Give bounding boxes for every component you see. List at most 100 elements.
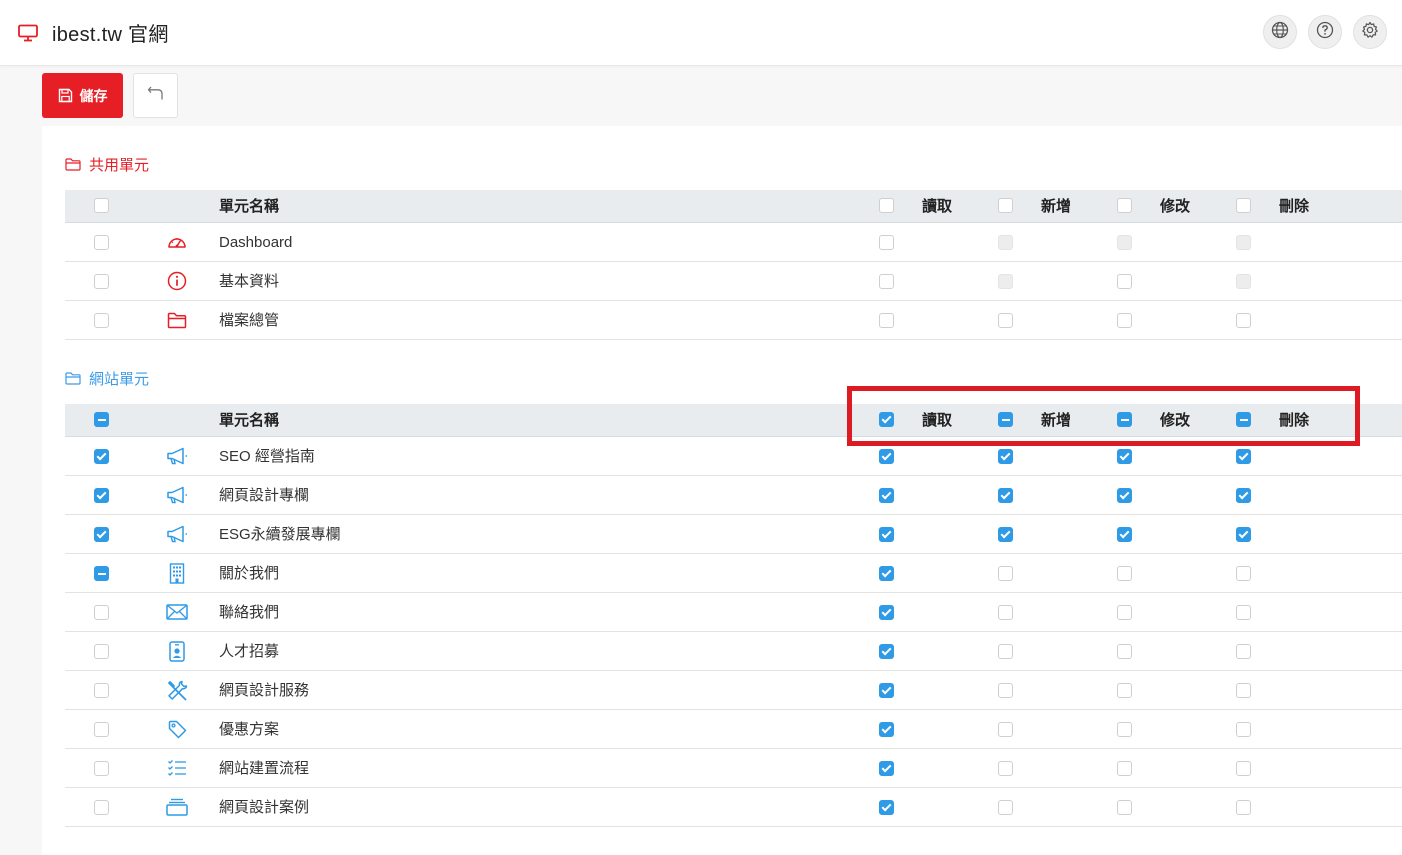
edit-checkbox[interactable] — [1117, 488, 1132, 503]
row-select-checkbox[interactable] — [94, 722, 109, 737]
save-button[interactable]: 儲存 — [42, 73, 123, 118]
row-select-checkbox[interactable] — [94, 274, 109, 289]
list-check-icon — [166, 757, 188, 779]
delete-checkbox[interactable] — [1236, 722, 1251, 737]
add-checkbox[interactable] — [998, 566, 1013, 581]
collection-icon — [166, 796, 188, 818]
info-icon — [166, 270, 188, 292]
read-checkbox[interactable] — [879, 449, 894, 464]
read-checkbox[interactable] — [879, 605, 894, 620]
table-row: 人才招募 — [65, 632, 1402, 671]
edit-checkbox — [1117, 235, 1132, 250]
edit-checkbox[interactable] — [1117, 274, 1132, 289]
undo-button[interactable] — [133, 73, 178, 118]
megaphone-icon — [166, 523, 188, 545]
add-checkbox[interactable] — [998, 527, 1013, 542]
row-select-checkbox[interactable] — [94, 527, 109, 542]
row-select-checkbox[interactable] — [94, 683, 109, 698]
column-header-name: 單元名稱 — [219, 198, 280, 215]
edit-checkbox[interactable] — [1117, 449, 1132, 464]
language-button[interactable] — [1263, 15, 1297, 49]
delete-checkbox[interactable] — [1236, 488, 1251, 503]
table-row: Dashboard — [65, 223, 1402, 262]
delete-checkbox[interactable] — [1236, 761, 1251, 776]
delete-checkbox[interactable] — [1236, 605, 1251, 620]
edit-all-checkbox[interactable] — [1117, 198, 1132, 213]
read-checkbox[interactable] — [879, 683, 894, 698]
edit-checkbox[interactable] — [1117, 722, 1132, 737]
read-checkbox[interactable] — [879, 527, 894, 542]
read-checkbox[interactable] — [879, 761, 894, 776]
unit-name: 網站建置流程 — [219, 760, 310, 777]
unit-name: 網頁設計專欄 — [219, 487, 310, 504]
delete-checkbox[interactable] — [1236, 527, 1251, 542]
row-select-checkbox[interactable] — [94, 761, 109, 776]
permissions-panel: 共用單元 單元名稱 讀取 新增 修改 刪除 Dashboard 基本資料 檔案總管 … — [42, 126, 1402, 855]
edit-checkbox[interactable] — [1117, 527, 1132, 542]
row-select-checkbox[interactable] — [94, 605, 109, 620]
help-button[interactable] — [1308, 15, 1342, 49]
delete-checkbox[interactable] — [1236, 644, 1251, 659]
add-checkbox[interactable] — [998, 488, 1013, 503]
column-header-delete: 刪除 — [1279, 198, 1310, 215]
delete-checkbox[interactable] — [1236, 313, 1251, 328]
table-row: 網頁設計專欄 — [65, 476, 1402, 515]
add-checkbox[interactable] — [998, 683, 1013, 698]
monitor-icon — [18, 22, 40, 44]
read-checkbox[interactable] — [879, 722, 894, 737]
add-checkbox[interactable] — [998, 761, 1013, 776]
read-checkbox[interactable] — [879, 235, 894, 250]
row-select-checkbox[interactable] — [94, 566, 109, 581]
delete-checkbox — [1236, 235, 1251, 250]
edit-checkbox[interactable] — [1117, 644, 1132, 659]
top-header: ibest.tw 官網 — [0, 0, 1402, 66]
brand[interactable]: ibest.tw 官網 — [18, 18, 169, 47]
delete-checkbox[interactable] — [1236, 683, 1251, 698]
read-checkbox[interactable] — [879, 800, 894, 815]
select-all-checkbox[interactable] — [94, 198, 109, 213]
row-select-checkbox[interactable] — [94, 488, 109, 503]
edit-checkbox[interactable] — [1117, 761, 1132, 776]
toolbar: 儲存 — [42, 73, 178, 118]
unit-name: 優惠方案 — [219, 721, 280, 738]
edit-checkbox[interactable] — [1117, 605, 1132, 620]
delete-checkbox[interactable] — [1236, 800, 1251, 815]
folder-icon — [65, 158, 81, 171]
delete-checkbox[interactable] — [1236, 566, 1251, 581]
read-checkbox[interactable] — [879, 488, 894, 503]
edit-checkbox[interactable] — [1117, 566, 1132, 581]
edit-checkbox[interactable] — [1117, 313, 1132, 328]
add-checkbox[interactable] — [998, 800, 1013, 815]
unit-name: 網頁設計服務 — [219, 682, 310, 699]
unit-name: 檔案總管 — [219, 312, 280, 329]
folder-icon — [166, 309, 188, 331]
table-row: 網頁設計服務 — [65, 671, 1402, 710]
read-checkbox[interactable] — [879, 644, 894, 659]
add-all-checkbox[interactable] — [998, 198, 1013, 213]
add-checkbox — [998, 235, 1013, 250]
row-select-checkbox[interactable] — [94, 800, 109, 815]
row-select-checkbox[interactable] — [94, 644, 109, 659]
highlight-box — [847, 386, 1360, 446]
delete-all-checkbox[interactable] — [1236, 198, 1251, 213]
read-checkbox[interactable] — [879, 274, 894, 289]
add-checkbox[interactable] — [998, 313, 1013, 328]
edit-checkbox[interactable] — [1117, 683, 1132, 698]
gear-icon — [1361, 21, 1379, 44]
add-checkbox[interactable] — [998, 644, 1013, 659]
select-all-checkbox[interactable] — [94, 412, 109, 427]
add-checkbox[interactable] — [998, 722, 1013, 737]
read-all-checkbox[interactable] — [879, 198, 894, 213]
row-select-checkbox[interactable] — [94, 449, 109, 464]
edit-checkbox[interactable] — [1117, 800, 1132, 815]
row-select-checkbox[interactable] — [94, 313, 109, 328]
read-checkbox[interactable] — [879, 313, 894, 328]
add-checkbox[interactable] — [998, 605, 1013, 620]
delete-checkbox[interactable] — [1236, 449, 1251, 464]
folder-icon — [65, 372, 81, 385]
settings-button[interactable] — [1353, 15, 1387, 49]
person-badge-icon — [166, 640, 188, 662]
read-checkbox[interactable] — [879, 566, 894, 581]
add-checkbox[interactable] — [998, 449, 1013, 464]
row-select-checkbox[interactable] — [94, 235, 109, 250]
